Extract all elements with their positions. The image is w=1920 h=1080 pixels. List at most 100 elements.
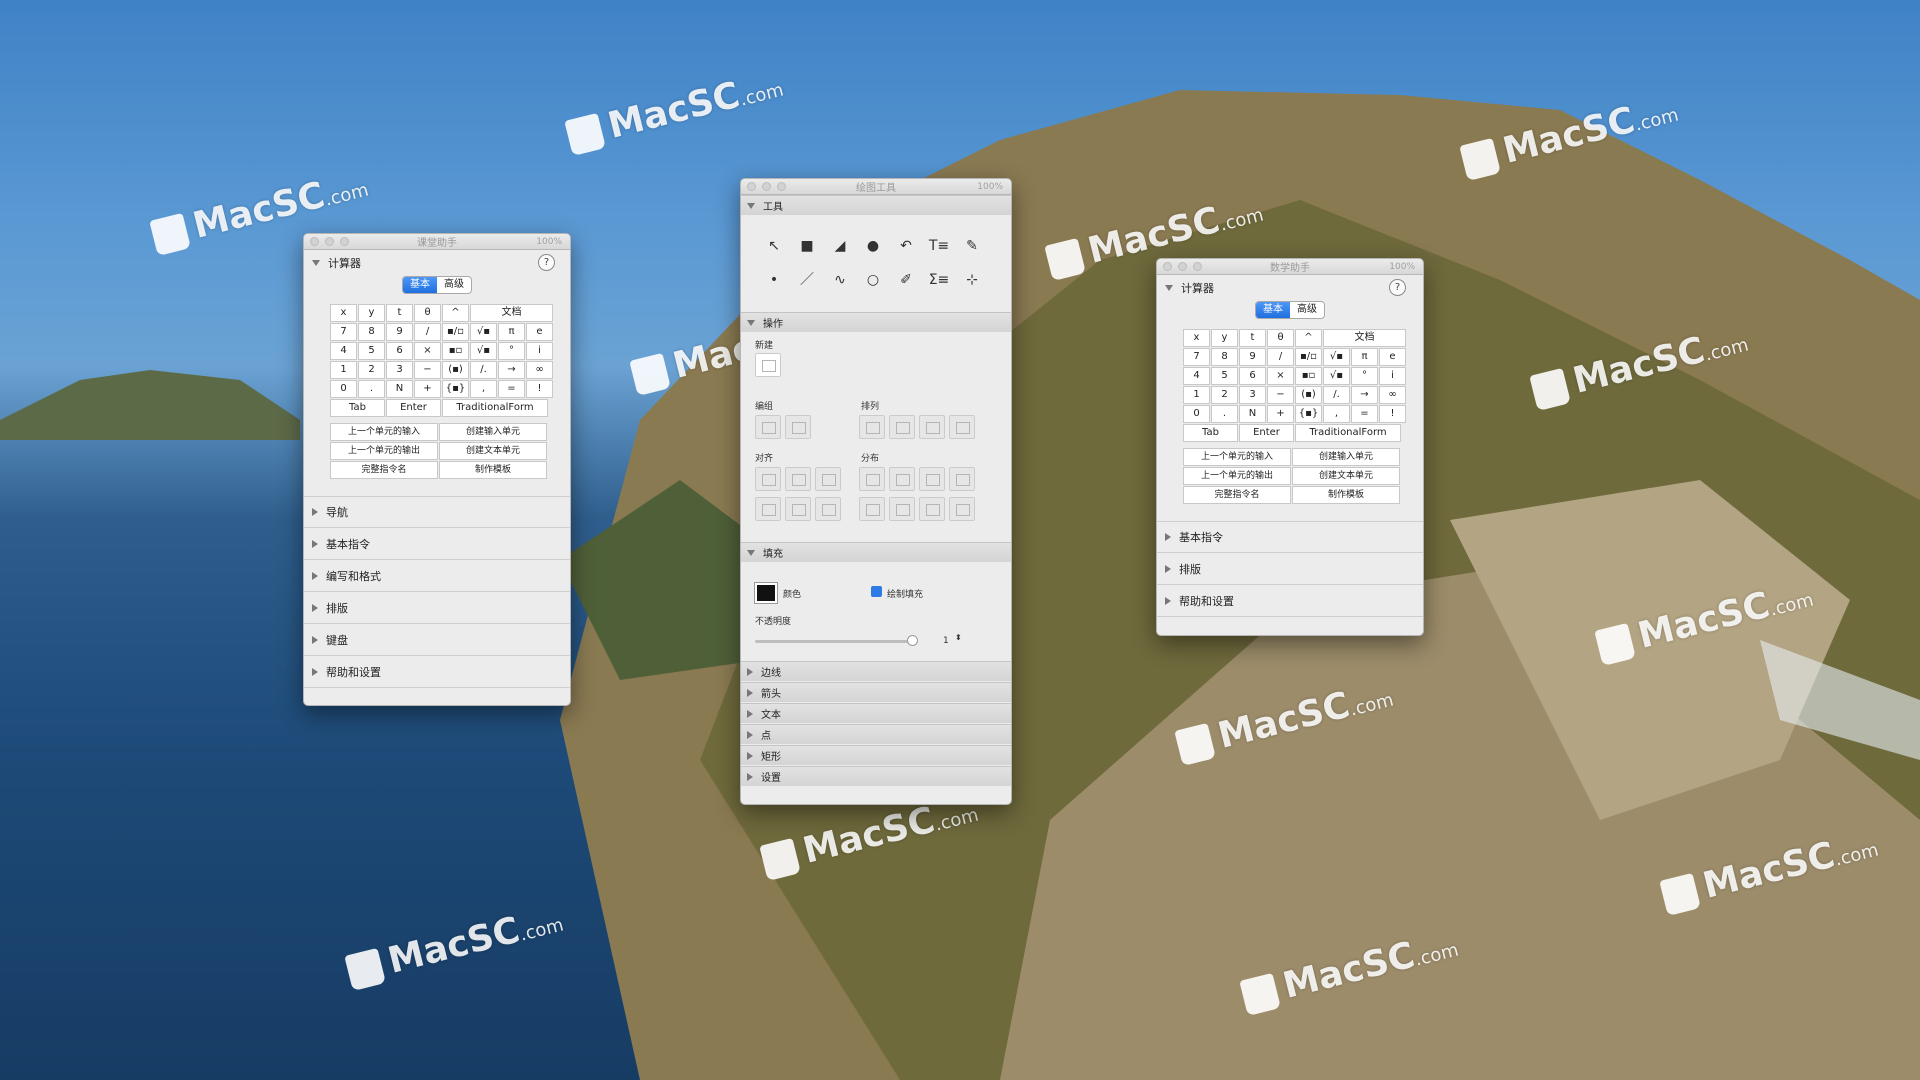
key[interactable]: × [414, 342, 441, 360]
draw-fill-checkbox[interactable] [871, 586, 882, 597]
create-text-cell-button[interactable]: 创建文本单元 [439, 442, 547, 460]
rectangle-tool-icon[interactable]: ■ [796, 235, 818, 257]
section-stroke[interactable]: 边线 [741, 661, 1011, 681]
key[interactable]: ▪/▫ [442, 323, 469, 341]
help-button[interactable]: ? [538, 254, 555, 271]
curve-tool-icon[interactable]: ↶ [895, 235, 917, 257]
key[interactable]: √▪ [470, 323, 497, 341]
key[interactable]: 6 [386, 342, 413, 360]
titlebar[interactable]: 课堂助手 100% [304, 234, 570, 250]
section-navigation[interactable]: 导航 [304, 496, 570, 528]
tab-advanced[interactable]: 高级 [1290, 302, 1324, 318]
opacity-value[interactable]: 1 [943, 636, 949, 646]
key[interactable]: . [358, 380, 385, 398]
key[interactable]: 3 [1239, 386, 1266, 404]
align-button[interactable] [815, 497, 841, 521]
coordinate-tool-icon[interactable]: ⊹ [961, 269, 983, 291]
tools-header[interactable]: 工具 [741, 195, 1011, 215]
key[interactable]: ! [1379, 405, 1406, 423]
full-command-name-button[interactable]: 完整指令名 [330, 461, 438, 479]
align-button[interactable] [815, 467, 841, 491]
key[interactable]: √▪ [1323, 367, 1350, 385]
key[interactable]: 1 [330, 361, 357, 379]
align-button[interactable] [785, 497, 811, 521]
key[interactable]: 5 [1211, 367, 1238, 385]
key[interactable]: θ [1267, 329, 1294, 347]
key[interactable]: ^ [1295, 329, 1322, 347]
key[interactable]: 4 [1183, 367, 1210, 385]
align-button[interactable] [785, 467, 811, 491]
key[interactable]: → [498, 361, 525, 379]
help-button[interactable]: ? [1389, 279, 1406, 296]
key[interactable]: + [1267, 405, 1294, 423]
operations-header[interactable]: 操作 [741, 312, 1011, 332]
key[interactable]: ∞ [1379, 386, 1406, 404]
key[interactable]: t [1239, 329, 1266, 347]
key[interactable]: y [358, 304, 385, 322]
key[interactable]: ▪/▫ [1295, 348, 1322, 366]
key[interactable]: N [1239, 405, 1266, 423]
enter-key[interactable]: Enter [386, 399, 441, 417]
key[interactable]: × [1267, 367, 1294, 385]
key[interactable]: + [414, 380, 441, 398]
key[interactable]: e [526, 323, 553, 341]
key[interactable]: √▪ [470, 342, 497, 360]
key[interactable]: 6 [1239, 367, 1266, 385]
text-tool-icon[interactable]: T≡ [928, 235, 950, 257]
key[interactable]: π [498, 323, 525, 341]
align-button[interactable] [755, 497, 781, 521]
key[interactable]: π [1351, 348, 1378, 366]
section-typesetting[interactable]: 排版 [1157, 553, 1423, 585]
calculator-header[interactable]: 计算器 [1157, 275, 1423, 301]
key[interactable]: . [1211, 405, 1238, 423]
traditionalform-key[interactable]: TraditionalForm [442, 399, 548, 417]
fill-color-swatch[interactable] [754, 582, 778, 604]
polyline-tool-icon[interactable]: ∿ [829, 269, 851, 291]
send-backward-button[interactable] [949, 415, 975, 439]
distribute-button[interactable] [949, 467, 975, 491]
distribute-button[interactable] [949, 497, 975, 521]
tab-advanced[interactable]: 高级 [437, 277, 471, 293]
math-text-tool-icon[interactable]: Σ≡ [928, 269, 950, 291]
key[interactable]: ▪▫ [442, 342, 469, 360]
key[interactable]: y [1211, 329, 1238, 347]
key[interactable]: = [498, 380, 525, 398]
new-graphic-button[interactable] [755, 353, 781, 377]
key[interactable]: 0 [330, 380, 357, 398]
make-template-button[interactable]: 制作模板 [1292, 486, 1400, 504]
distribute-button[interactable] [889, 467, 915, 491]
key[interactable]: x [330, 304, 357, 322]
key[interactable]: − [414, 361, 441, 379]
create-input-cell-button[interactable]: 创建输入单元 [1292, 448, 1400, 466]
tab-basic[interactable]: 基本 [403, 277, 437, 293]
calculator-header[interactable]: 计算器 [304, 250, 570, 276]
key[interactable]: {▪} [442, 380, 469, 398]
distribute-button[interactable] [859, 467, 885, 491]
eyedropper-tool-icon[interactable]: ✎ [961, 235, 983, 257]
group-button[interactable] [755, 415, 781, 439]
key[interactable]: (▪) [442, 361, 469, 379]
create-input-cell-button[interactable]: 创建输入单元 [439, 423, 547, 441]
ungroup-button[interactable] [785, 415, 811, 439]
create-text-cell-button[interactable]: 创建文本单元 [1292, 467, 1400, 485]
key-document[interactable]: 文档 [470, 304, 553, 322]
distribute-button[interactable] [919, 497, 945, 521]
align-button[interactable] [755, 467, 781, 491]
key[interactable]: (▪) [1295, 386, 1322, 404]
key[interactable]: 9 [1239, 348, 1266, 366]
key[interactable]: ° [498, 342, 525, 360]
section-help-settings[interactable]: 帮助和设置 [304, 656, 570, 688]
key[interactable]: 4 [330, 342, 357, 360]
tab-key[interactable]: Tab [1183, 424, 1238, 442]
key[interactable]: 2 [358, 361, 385, 379]
key[interactable]: 1 [1183, 386, 1210, 404]
section-typesetting[interactable]: 排版 [304, 592, 570, 624]
section-help-settings[interactable]: 帮助和设置 [1157, 585, 1423, 617]
section-basic-commands[interactable]: 基本指令 [304, 528, 570, 560]
key[interactable]: ∞ [526, 361, 553, 379]
section-point[interactable]: 点 [741, 724, 1011, 744]
key[interactable]: 8 [358, 323, 385, 341]
tab-basic[interactable]: 基本 [1256, 302, 1290, 318]
key[interactable]: i [526, 342, 553, 360]
send-back-button[interactable] [889, 415, 915, 439]
